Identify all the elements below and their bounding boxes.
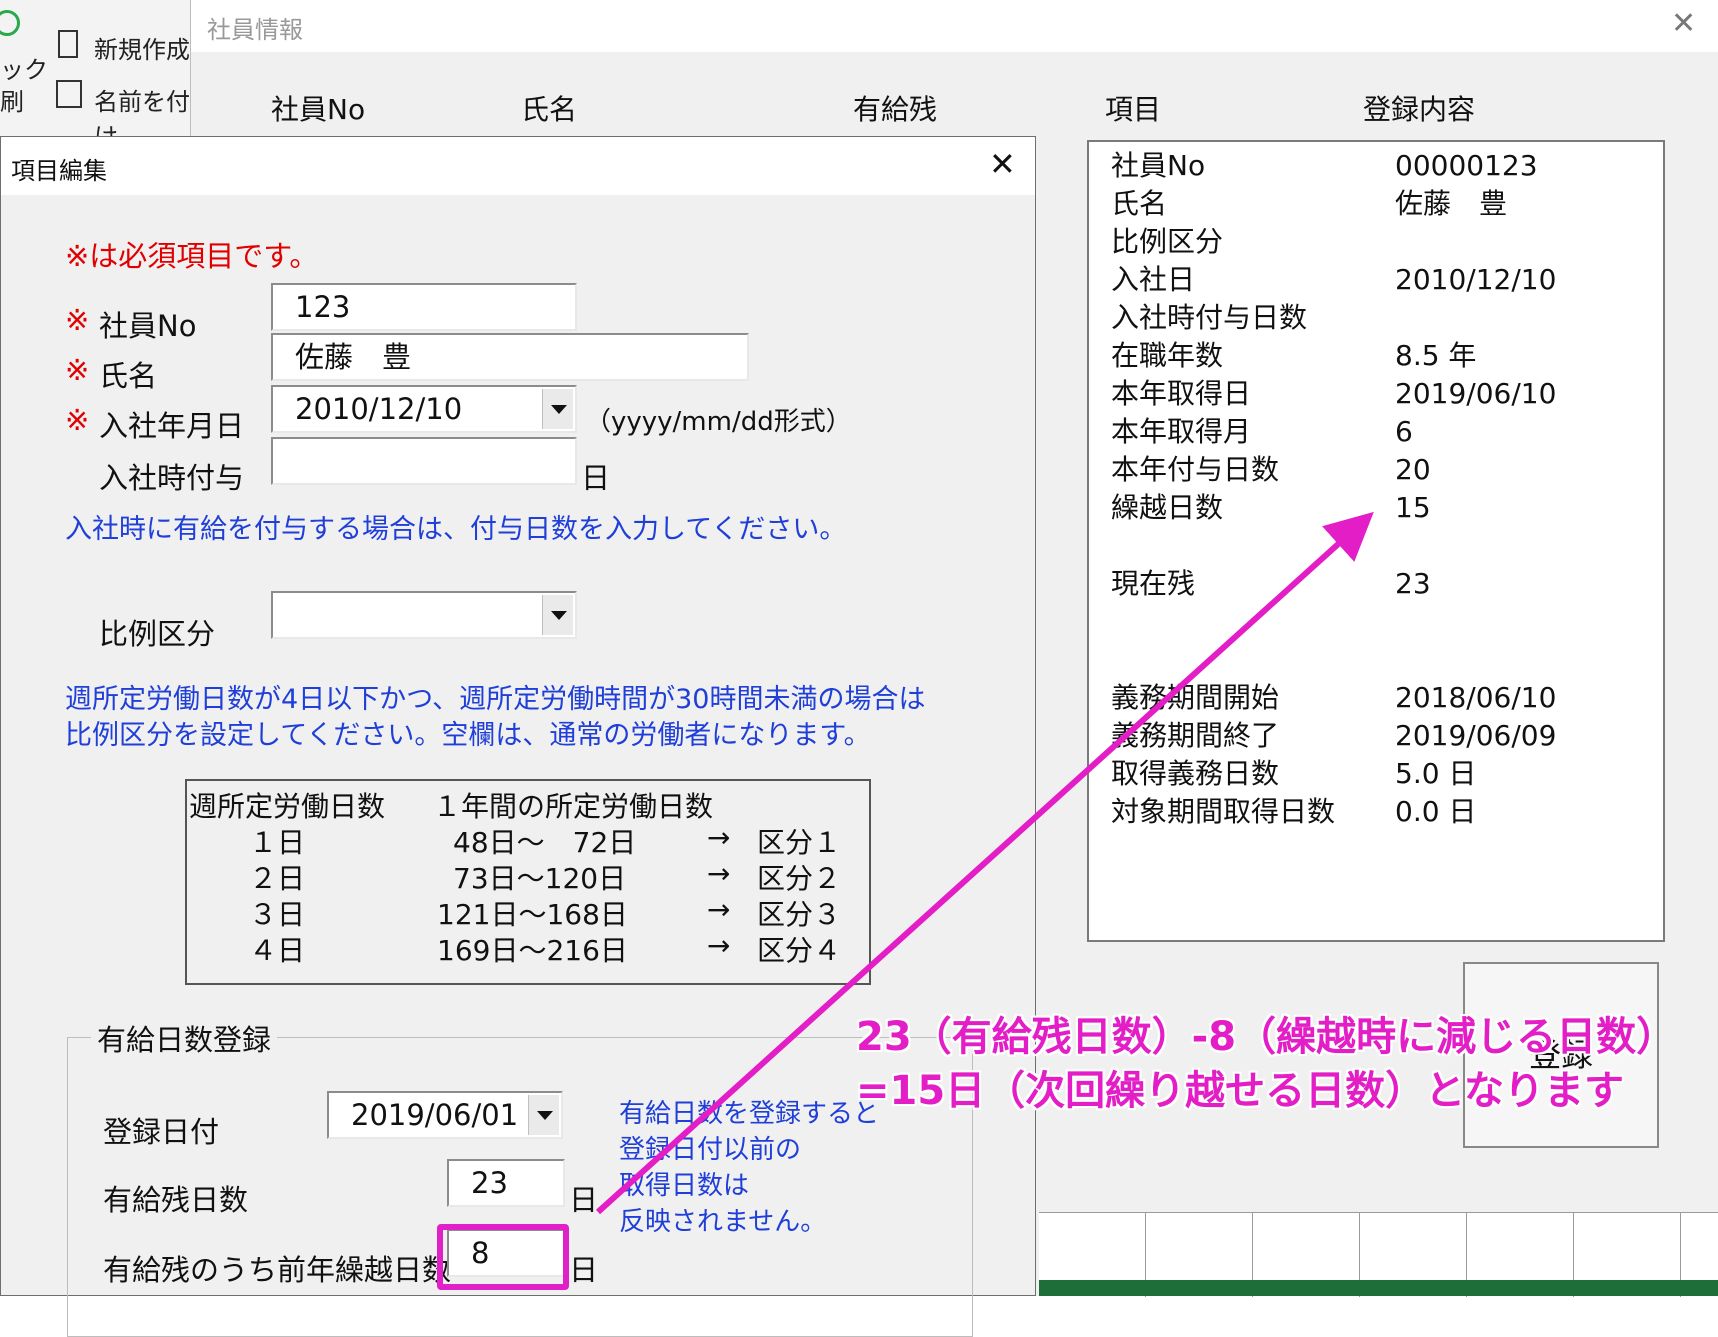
annotation-line-1: 23（有給残日数）-8（繰越時に減じる日数） (856, 1014, 1677, 1060)
annotation-line-2: =15日（次回繰り越せる日数）となります (856, 1068, 1624, 1114)
